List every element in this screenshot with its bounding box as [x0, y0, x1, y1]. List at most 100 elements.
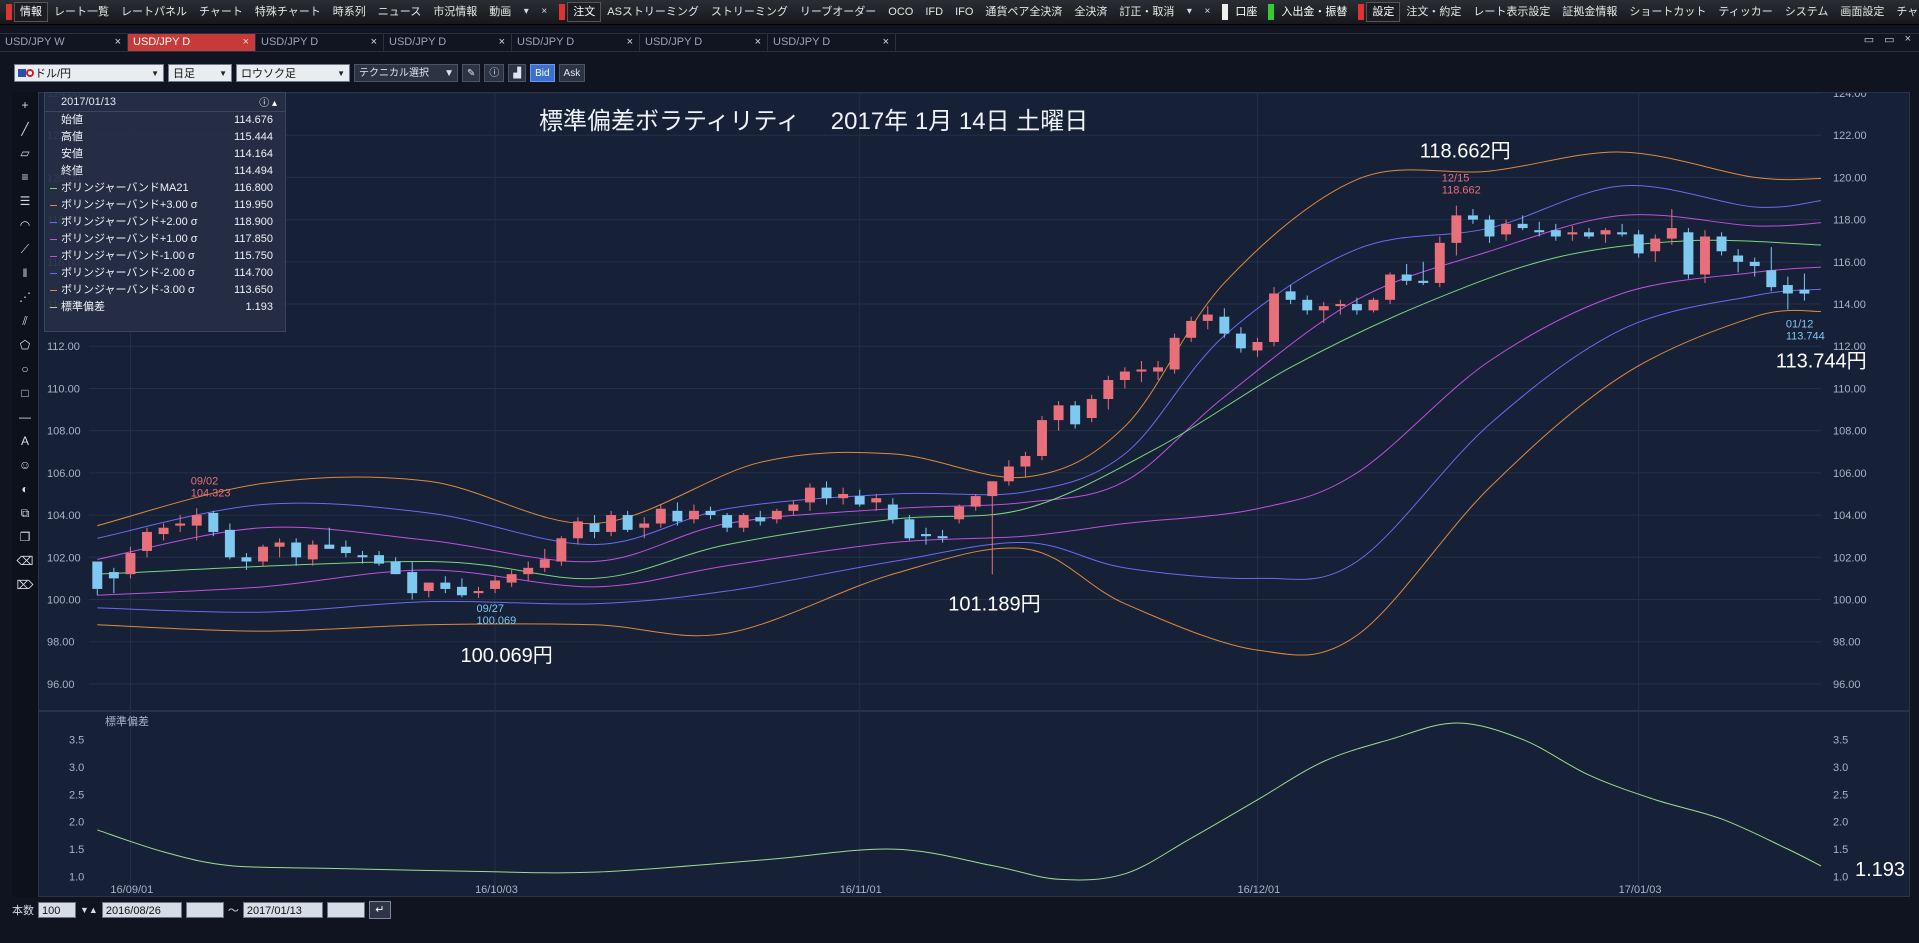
candle-body[interactable] — [1103, 380, 1114, 399]
candle-body[interactable] — [937, 536, 948, 539]
candle-body[interactable] — [1799, 289, 1810, 294]
candle-body[interactable] — [1119, 371, 1130, 381]
candle-body[interactable] — [970, 496, 981, 507]
chart-tab[interactable]: USD/JPY D × — [128, 34, 256, 51]
chart-tab[interactable]: USD/JPY D × — [768, 34, 896, 51]
line-icon[interactable]: — — [14, 406, 36, 428]
candle-body[interactable] — [572, 521, 583, 539]
candle-body[interactable] — [175, 523, 186, 526]
candle-body[interactable] — [1385, 274, 1396, 300]
candle-body[interactable] — [755, 517, 766, 522]
pitchfork-icon[interactable]: ⋰ — [14, 286, 36, 308]
candle-body[interactable] — [92, 561, 103, 589]
menu-item[interactable]: レート表示設定 — [1467, 0, 1556, 24]
candle-body[interactable] — [1501, 223, 1512, 235]
candle-body[interactable] — [340, 546, 351, 554]
menu-item[interactable]: システム — [1779, 0, 1835, 24]
candle-body[interactable] — [1169, 337, 1180, 370]
candle-body[interactable] — [556, 538, 567, 562]
candle-body[interactable] — [1467, 215, 1478, 220]
candle-body[interactable] — [539, 559, 550, 568]
candle-body[interactable] — [887, 504, 898, 520]
candle-body[interactable] — [258, 546, 269, 562]
horizontal-lines-icon[interactable]: ≡ — [14, 166, 36, 188]
candle-body[interactable] — [1517, 223, 1528, 229]
candle-body[interactable] — [904, 519, 915, 539]
candle-body[interactable] — [1136, 369, 1147, 372]
candle-body[interactable] — [1318, 306, 1329, 311]
candle-body[interactable] — [921, 534, 931, 537]
candle-body[interactable] — [1401, 274, 1412, 281]
info-icon[interactable]: ⓘ — [484, 64, 505, 82]
candle-body[interactable] — [1484, 219, 1495, 237]
candle-body[interactable] — [142, 531, 152, 551]
menu-item[interactable]: 市況情報 — [427, 0, 483, 24]
candle-body[interactable] — [357, 555, 368, 558]
layers-icon[interactable]: ❐ — [14, 526, 36, 548]
ruler-icon[interactable]: ▱ — [14, 142, 36, 164]
tab-close-icon[interactable]: × — [755, 34, 761, 51]
candle-body[interactable] — [523, 567, 534, 575]
candle-body[interactable] — [1368, 299, 1379, 311]
candle-body[interactable] — [307, 544, 318, 560]
candle-body[interactable] — [1600, 230, 1611, 235]
candle-body[interactable] — [1716, 236, 1727, 252]
candle-body[interactable] — [1070, 405, 1081, 425]
menu-expand-icon[interactable]: ▾ — [517, 3, 535, 21]
info-toggle-icon[interactable]: ⓘ ▴ — [259, 95, 277, 113]
vertical-lines-icon[interactable]: ‖ — [14, 262, 36, 284]
menu-item[interactable]: 動画 — [483, 0, 517, 24]
arc-icon[interactable]: ◠ — [14, 214, 36, 236]
candle-body[interactable] — [456, 586, 467, 596]
candle-body[interactable] — [1053, 405, 1064, 421]
candle-body[interactable] — [208, 512, 219, 532]
end-time-input[interactable] — [326, 902, 365, 918]
menu-item[interactable]: ASストリーミング — [601, 0, 705, 24]
eraser-icon[interactable]: ⌫ — [14, 550, 36, 572]
candle-body[interactable] — [1219, 316, 1230, 334]
candle-body[interactable] — [423, 582, 434, 592]
menu-item[interactable]: レート一覧 — [48, 0, 115, 24]
candle-body[interactable] — [1086, 399, 1097, 418]
candle-body[interactable] — [1534, 230, 1545, 233]
menu-head[interactable]: 入出金・振替 — [1276, 0, 1352, 24]
end-date-input[interactable]: 2017/01/13 — [242, 902, 323, 918]
text-icon[interactable]: A — [14, 430, 36, 452]
candle-body[interactable] — [1335, 304, 1346, 307]
menu-item[interactable]: OCO — [882, 0, 919, 24]
candle-body[interactable] — [788, 504, 799, 511]
candle-body[interactable] — [1020, 455, 1031, 467]
menu-item[interactable]: 証拠金情報 — [1556, 0, 1623, 24]
menu-item[interactable]: ストリーミング — [705, 0, 794, 24]
candle-body[interactable] — [291, 542, 302, 558]
chart-tab[interactable]: USD/JPY D × — [384, 34, 512, 51]
menu-item[interactable]: 特殊チャート — [249, 0, 327, 24]
restore-icon[interactable]: ▭ — [1864, 33, 1874, 50]
tab-close-icon[interactable]: × — [115, 34, 121, 51]
return-icon[interactable]: ↵ — [368, 901, 391, 919]
tab-close-icon[interactable]: × — [499, 34, 505, 51]
count-stepper-icon[interactable]: ▼▲ — [80, 905, 98, 915]
pen-icon[interactable]: ✎ — [462, 64, 481, 82]
candle-body[interactable] — [622, 515, 633, 530]
emoji-icon[interactable]: ☺ — [14, 454, 36, 476]
tab-close-icon[interactable]: × — [883, 34, 889, 51]
close-window-icon[interactable]: × — [1905, 33, 1911, 50]
candle-body[interactable] — [1202, 314, 1213, 321]
menu-item[interactable]: 注文・約定 — [1400, 0, 1467, 24]
candle-body[interactable] — [1302, 299, 1313, 311]
crosshair-icon[interactable]: + — [14, 94, 36, 116]
candle-body[interactable] — [1650, 238, 1661, 252]
menu-item[interactable]: 画面設定 — [1834, 0, 1890, 24]
candle-body[interactable] — [1285, 291, 1296, 300]
candle-body[interactable] — [722, 515, 733, 528]
candle-body[interactable] — [606, 515, 617, 532]
candle-body[interactable] — [1434, 242, 1445, 283]
chart-kind-select[interactable]: ロウソク足 ▼ — [236, 64, 350, 82]
menu-head[interactable]: 口座 — [1230, 0, 1262, 24]
price-chart[interactable]: 124.00124.00122.00122.00120.00120.00118.… — [39, 93, 1909, 896]
candle-body[interactable] — [440, 582, 451, 589]
candle-body[interactable] — [821, 487, 832, 499]
candle-body[interactable] — [854, 496, 865, 505]
candle-body[interactable] — [1351, 304, 1362, 311]
